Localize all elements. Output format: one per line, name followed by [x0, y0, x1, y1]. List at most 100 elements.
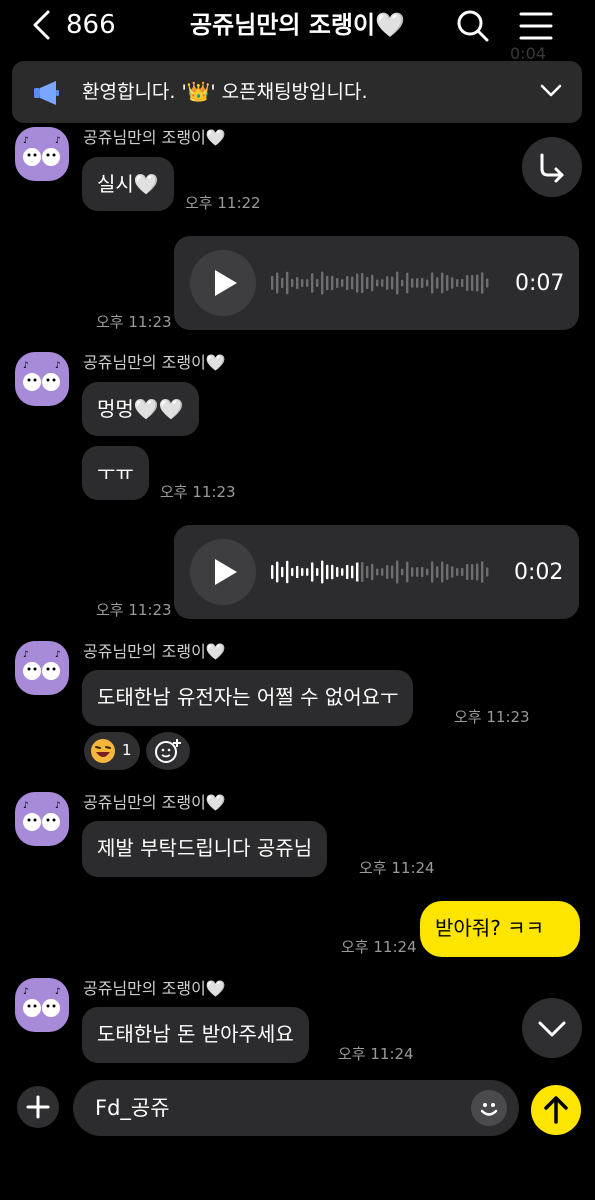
- waveform-bar: [431, 561, 434, 583]
- crown-emoji: 👑: [186, 81, 211, 103]
- message-bubble[interactable]: 실시🤍: [82, 157, 174, 211]
- waveform-bar: [311, 562, 314, 582]
- scroll-down-button[interactable]: [522, 998, 582, 1058]
- waveform: [271, 271, 489, 295]
- menu-icon[interactable]: [518, 10, 554, 42]
- waveform-bar: [286, 560, 289, 584]
- share-arrow-icon: [540, 153, 564, 183]
- waveform-bar: [316, 567, 319, 577]
- sender-name: 공쥬님만의 조랭이🤍: [83, 979, 226, 998]
- waveform-bar: [451, 277, 454, 289]
- waveform-bar: [321, 271, 324, 295]
- emoji-button[interactable]: [471, 1090, 507, 1126]
- megaphone-icon: [34, 81, 59, 105]
- waveform-bar: [296, 565, 299, 579]
- laughing-emoji-icon: [91, 739, 115, 763]
- add-reaction-button[interactable]: [146, 732, 190, 770]
- play-button[interactable]: [190, 250, 256, 316]
- waveform-bar: [311, 273, 314, 293]
- play-icon: [215, 559, 237, 585]
- waveform-bar: [381, 568, 384, 576]
- waveform-bar: [341, 568, 344, 576]
- voice-message[interactable]: 0:02: [174, 525, 579, 619]
- waveform-bar: [361, 272, 364, 294]
- waveform-bar: [371, 563, 374, 581]
- waveform-bar: [346, 275, 349, 291]
- message-bubble[interactable]: 도태한남 유전자는 어쩔 수 없어요ㅜ: [82, 670, 414, 726]
- message-time: 오후 11:23: [96, 313, 172, 331]
- svg-text:♪: ♪: [55, 801, 61, 811]
- waveform-bar: [326, 564, 329, 580]
- message-time: 오후 11:24: [359, 859, 435, 877]
- waveform-bar: [376, 568, 379, 576]
- emoji-icon: [480, 1103, 498, 1116]
- waveform-bar: [271, 276, 274, 290]
- waveform-bar: [396, 271, 399, 295]
- waveform-bar: [336, 277, 339, 289]
- avatar[interactable]: ♪ ♪: [15, 641, 69, 695]
- waveform-bar: [401, 279, 404, 287]
- waveform-bar: [451, 566, 454, 578]
- message-bubble[interactable]: 제발 부탁드립니다 공쥬님: [82, 821, 328, 877]
- waveform-bar: [436, 277, 439, 289]
- waveform-bar: [276, 561, 279, 583]
- waveform-bar: [436, 566, 439, 578]
- send-arrow-icon: [544, 1096, 568, 1124]
- chevron-down-icon: [538, 1021, 566, 1037]
- svg-text:♪: ♪: [55, 361, 61, 371]
- message-bubble[interactable]: 멍멍🤍🤍: [82, 382, 199, 436]
- waveform-bar: [351, 276, 354, 290]
- send-button[interactable]: [531, 1085, 581, 1135]
- message-bubble[interactable]: 도태한남 돈 받아주세요: [82, 1007, 309, 1063]
- notice-text-before: 환영합니다. ': [82, 81, 187, 103]
- waveform-bar: [486, 567, 489, 577]
- plus-icon: [26, 1095, 50, 1119]
- waveform-bar: [366, 276, 369, 290]
- attach-button[interactable]: [17, 1086, 59, 1128]
- chevron-down-icon[interactable]: [540, 83, 562, 99]
- waveform-bar: [416, 278, 419, 288]
- waveform-bar: [301, 279, 304, 287]
- waveform-bar: [386, 565, 389, 579]
- avatar[interactable]: ♪ ♪: [15, 352, 69, 406]
- avatar[interactable]: ♪ ♪: [15, 127, 69, 181]
- voice-message[interactable]: 0:07: [174, 236, 579, 330]
- waveform-bar: [281, 566, 284, 578]
- notice-banner[interactable]: 환영합니다. '👑' 오픈채팅방입니다.: [12, 61, 582, 123]
- play-button[interactable]: [190, 539, 256, 605]
- waveform-bar: [381, 279, 384, 287]
- reaction-chip[interactable]: 1: [84, 732, 140, 770]
- waveform-bar: [421, 277, 424, 289]
- message-input[interactable]: Fd_공쥬: [73, 1080, 519, 1136]
- svg-text:♪: ♪: [23, 361, 29, 371]
- waveform-bar: [366, 565, 369, 579]
- waveform-bar: [296, 276, 299, 290]
- waveform-bar: [271, 565, 274, 579]
- avatar[interactable]: ♪ ♪: [15, 792, 69, 846]
- waveform-bar: [276, 272, 279, 294]
- message-bubble[interactable]: ㅜㅠ: [82, 446, 149, 500]
- avatar[interactable]: ♪ ♪: [15, 978, 69, 1032]
- message-input-value[interactable]: Fd_공쥬: [95, 1094, 170, 1122]
- waveform-bar: [341, 279, 344, 287]
- sender-name: 공쥬님만의 조랭이🤍: [83, 793, 226, 812]
- waveform-bar: [411, 278, 414, 288]
- sender-name: 공쥬님만의 조랭이🤍: [83, 128, 226, 147]
- reaction-count: 1: [122, 741, 132, 759]
- message-time: 오후 11:23: [96, 601, 172, 619]
- waveform-bar: [336, 566, 339, 578]
- waveform-bar: [306, 568, 309, 576]
- message-time: 오후 11:23: [160, 483, 236, 501]
- search-icon[interactable]: [456, 9, 490, 43]
- my-message-bubble[interactable]: 받아줘? ㅋㅋ: [420, 901, 580, 957]
- waveform-bar: [396, 560, 399, 584]
- sender-name: 공쥬님만의 조랭이🤍: [83, 642, 226, 661]
- waveform-bar: [406, 272, 409, 294]
- svg-text:♪: ♪: [23, 801, 29, 811]
- share-button[interactable]: [522, 137, 582, 197]
- waveform-bar: [471, 274, 474, 292]
- waveform-bar: [331, 564, 334, 580]
- waveform-bar: [316, 278, 319, 288]
- svg-text:♪: ♪: [23, 136, 29, 146]
- waveform-bar: [481, 272, 484, 294]
